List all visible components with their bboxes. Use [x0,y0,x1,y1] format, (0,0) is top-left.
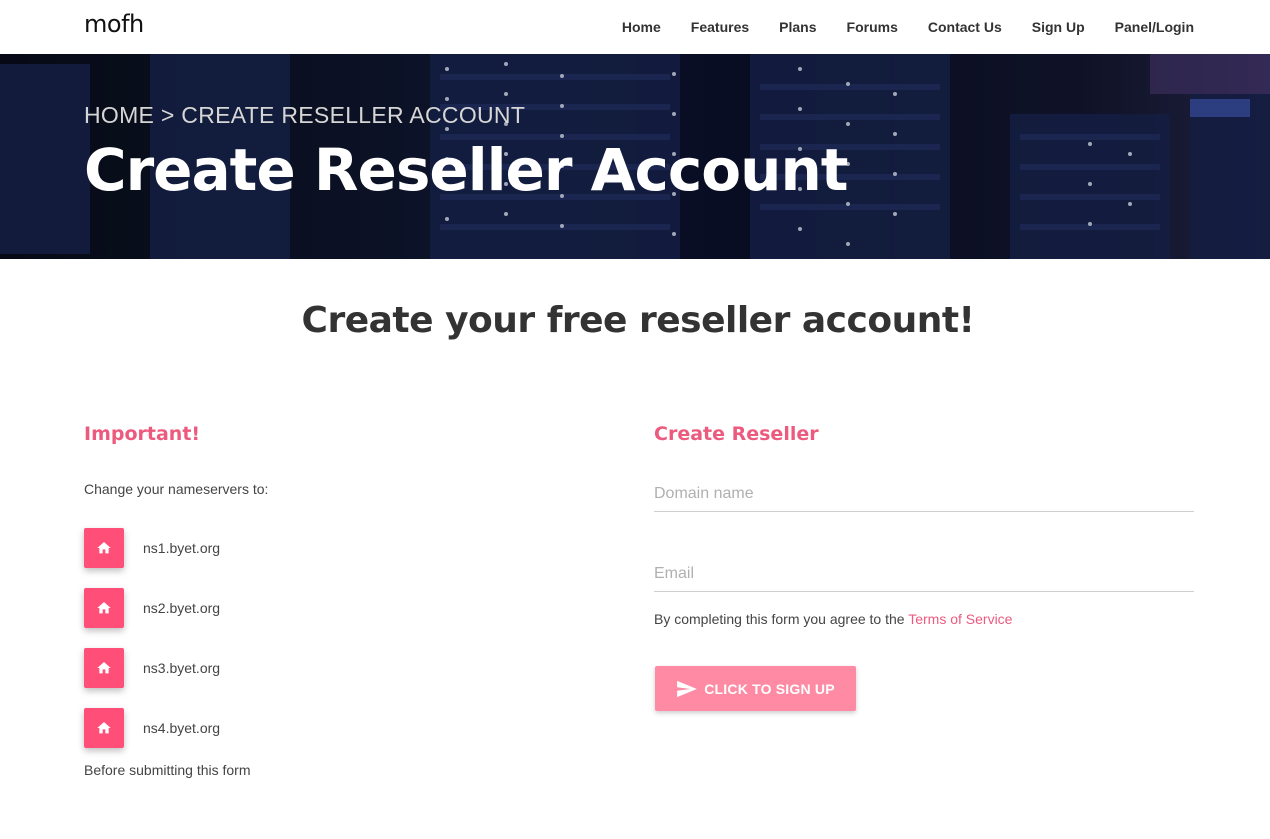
nameserver-item: ns3.byet.org [84,648,220,688]
hero-title: Create Reseller Account [84,136,848,204]
home-icon [84,588,124,628]
main-nav: Home Features Plans Forums Contact Us Si… [622,0,1194,54]
top-navbar: mofh Home Features Plans Forums Contact … [0,0,1270,54]
brand-logo[interactable]: mofh [84,10,144,38]
breadcrumb: HOME > CREATE RESELLER ACCOUNT [84,102,526,128]
nav-plans[interactable]: Plans [779,19,816,35]
page-heading: Create your free reseller account! [301,300,975,341]
nav-panel-login[interactable]: Panel/Login [1115,19,1194,35]
hero-banner: HOME > CREATE RESELLER ACCOUNT Create Re… [0,54,1270,259]
nav-sign-up[interactable]: Sign Up [1032,19,1085,35]
terms-of-service-link[interactable]: Terms of Service [908,611,1012,627]
home-icon [84,708,124,748]
terms-agreement-text: By completing this form you agree to the… [654,611,1012,627]
create-reseller-title: Create Reseller [654,423,819,445]
home-icon [84,528,124,568]
agreement-label: By completing this form you agree to the [654,611,909,627]
domain-name-input[interactable] [654,476,1194,512]
paper-plane-icon [677,680,698,697]
nav-home[interactable]: Home [622,19,661,35]
home-icon [84,648,124,688]
email-input[interactable] [654,556,1194,592]
nameserver-item: ns2.byet.org [84,588,220,628]
nameserver-host: ns2.byet.org [143,600,221,616]
nameserver-item: ns4.byet.org [84,708,220,748]
nav-forums[interactable]: Forums [847,19,898,35]
nameserver-host: ns4.byet.org [143,720,221,736]
nameserver-intro: Change your nameservers to: [84,481,269,497]
nameserver-host: ns1.byet.org [143,540,221,556]
sign-up-button[interactable]: CLICK TO SIGN UP [655,666,856,711]
nav-features[interactable]: Features [691,19,749,35]
sign-up-button-label: CLICK TO SIGN UP [704,680,835,697]
nameserver-host: ns3.byet.org [143,660,221,676]
nav-contact-us[interactable]: Contact Us [928,19,1002,35]
nameserver-item: ns1.byet.org [84,528,220,568]
important-title: Important! [84,423,201,445]
nameserver-outro: Before submitting this form [84,762,251,778]
